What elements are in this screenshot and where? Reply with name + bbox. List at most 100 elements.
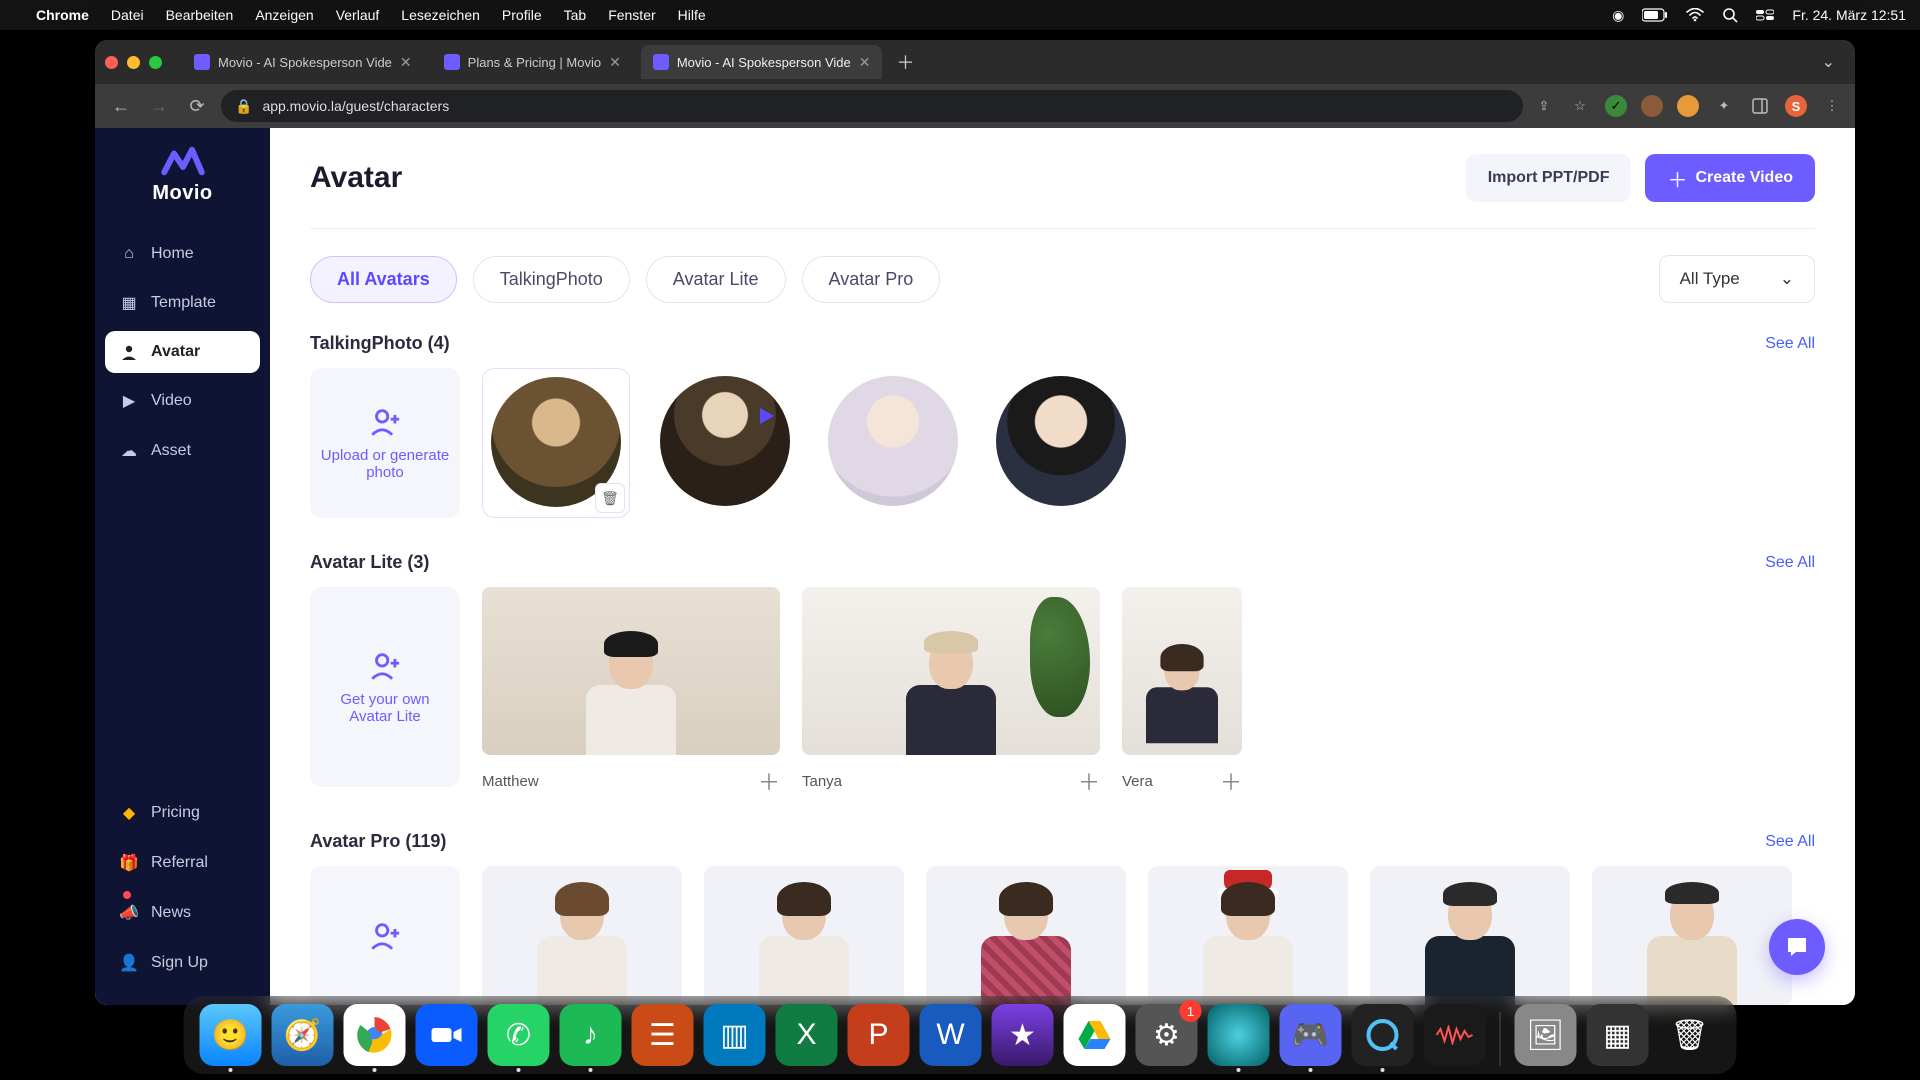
sidebar-item-avatar[interactable]: Avatar <box>105 331 260 373</box>
avatar-pro-card[interactable] <box>1592 866 1792 1005</box>
filter-pill-talkingphoto[interactable]: TalkingPhoto <box>473 256 630 303</box>
sidepanel-icon[interactable] <box>1749 95 1771 117</box>
avatar-lite-card-vera[interactable]: Vera＋ <box>1122 587 1242 797</box>
extension-2-icon[interactable] <box>1641 95 1663 117</box>
dock-discord[interactable]: 🎮 <box>1280 1004 1342 1066</box>
dock-app-generic-1[interactable] <box>1208 1004 1270 1066</box>
share-icon[interactable]: ⇪ <box>1533 95 1555 117</box>
create-video-button[interactable]: ＋Create Video <box>1645 154 1815 202</box>
sidebar-item-pricing[interactable]: ◆ Pricing <box>105 791 260 835</box>
mac-menu-file[interactable]: Datei <box>111 7 144 23</box>
get-avatar-pro-card[interactable] <box>310 866 460 1005</box>
sidebar-item-referral[interactable]: 🎁 Referral <box>105 841 260 885</box>
talkingphoto-item-4[interactable] <box>988 368 1134 518</box>
dock-settings[interactable]: ⚙1 <box>1136 1004 1198 1066</box>
mac-menu-bookmarks[interactable]: Lesezeichen <box>401 7 480 23</box>
window-zoom[interactable] <box>149 56 162 69</box>
screenrec-icon[interactable]: ◉ <box>1612 7 1624 24</box>
sidebar-item-asset[interactable]: ☁ Asset <box>105 429 260 473</box>
see-all-link[interactable]: See All <box>1765 335 1815 353</box>
dock-trello[interactable]: ▥ <box>704 1004 766 1066</box>
dock-excel[interactable]: X <box>776 1004 838 1066</box>
battery-icon[interactable] <box>1642 8 1668 22</box>
browser-tab-1[interactable]: Movio - AI Spokesperson Vide ✕ <box>182 45 424 79</box>
add-button[interactable]: ＋ <box>1078 765 1100 797</box>
avatar-lite-card-tanya[interactable]: Tanya＋ <box>802 587 1100 797</box>
add-button[interactable]: ＋ <box>758 765 780 797</box>
dock-trash[interactable]: 🗑 <box>1659 1004 1721 1066</box>
mac-menu-window[interactable]: Fenster <box>608 7 655 23</box>
window-minimize[interactable] <box>127 56 140 69</box>
filter-pill-all-avatars[interactable]: All Avatars <box>310 256 457 303</box>
dock-drive[interactable] <box>1064 1004 1126 1066</box>
mac-menu-tab[interactable]: Tab <box>564 7 587 23</box>
forward-button[interactable]: → <box>145 96 173 117</box>
dock-todoist[interactable]: ☰ <box>632 1004 694 1066</box>
extension-1-icon[interactable]: ✓ <box>1605 95 1627 117</box>
delete-button[interactable]: 🗑 <box>595 483 625 513</box>
extension-3-icon[interactable] <box>1677 95 1699 117</box>
talkingphoto-item-3[interactable] <box>820 368 966 518</box>
get-avatar-lite-card[interactable]: Get your own Avatar Lite <box>310 587 460 787</box>
profile-avatar[interactable]: S <box>1785 95 1807 117</box>
browser-tab-2[interactable]: Plans & Pricing | Movio ✕ <box>432 45 633 79</box>
upload-photo-card[interactable]: Upload or generate photo <box>310 368 460 518</box>
window-close[interactable] <box>105 56 118 69</box>
back-button[interactable]: ← <box>107 96 135 117</box>
dock-word[interactable]: W <box>920 1004 982 1066</box>
new-tab-button[interactable]: ＋ <box>890 47 920 77</box>
sidebar-item-signup[interactable]: 👤 Sign Up <box>105 941 260 985</box>
intercom-chat-button[interactable] <box>1769 919 1825 975</box>
dock-recent-2[interactable]: ▦ <box>1587 1004 1649 1066</box>
dock-zoom[interactable] <box>416 1004 478 1066</box>
tab-overflow-button[interactable]: ⌄ <box>1812 46 1845 78</box>
dock-quicktime[interactable] <box>1352 1004 1414 1066</box>
import-ppt-button[interactable]: Import PPT/PDF <box>1466 154 1632 202</box>
mac-menu-profile[interactable]: Profile <box>502 7 542 23</box>
sidebar-item-home[interactable]: ⌂ Home <box>105 233 260 275</box>
avatar-pro-card[interactable] <box>704 866 904 1005</box>
dock-audio-app[interactable] <box>1424 1004 1486 1066</box>
bookmark-star-icon[interactable]: ☆ <box>1569 95 1591 117</box>
extensions-menu-icon[interactable]: ✦ <box>1713 95 1735 117</box>
dock-powerpoint[interactable]: P <box>848 1004 910 1066</box>
avatar-lite-card-matthew[interactable]: Matthew＋ <box>482 587 780 797</box>
sidebar-item-template[interactable]: ▦ Template <box>105 281 260 325</box>
mac-clock[interactable]: Fr. 24. März 12:51 <box>1792 7 1906 23</box>
brand[interactable]: Movio <box>105 146 260 205</box>
mac-menu-edit[interactable]: Bearbeiten <box>166 7 234 23</box>
mac-menu-history[interactable]: Verlauf <box>336 7 380 23</box>
tab-close-icon[interactable]: ✕ <box>609 54 621 71</box>
browser-tab-3[interactable]: Movio - AI Spokesperson Vide ✕ <box>641 45 883 79</box>
control-center-icon[interactable] <box>1756 9 1774 21</box>
dock-finder[interactable]: 🙂 <box>200 1004 262 1066</box>
address-bar[interactable]: 🔒 app.movio.la/guest/characters <box>221 90 1523 122</box>
dock-whatsapp[interactable]: ✆ <box>488 1004 550 1066</box>
dock-chrome[interactable] <box>344 1004 406 1066</box>
wifi-icon[interactable] <box>1686 8 1704 22</box>
filter-pill-avatar-lite[interactable]: Avatar Lite <box>646 256 786 303</box>
talkingphoto-item-2[interactable] <box>652 368 798 518</box>
chrome-menu-icon[interactable]: ⋮ <box>1821 95 1843 117</box>
talkingphoto-item-1[interactable]: 🗑 <box>482 368 630 518</box>
avatar-pro-card[interactable] <box>1370 866 1570 1005</box>
mac-app-name[interactable]: Chrome <box>36 7 89 23</box>
see-all-link[interactable]: See All <box>1765 554 1815 572</box>
avatar-pro-card[interactable] <box>482 866 682 1005</box>
mac-menu-help[interactable]: Hilfe <box>678 7 706 23</box>
mac-menu-view[interactable]: Anzeigen <box>255 7 313 23</box>
filter-pill-avatar-pro[interactable]: Avatar Pro <box>802 256 941 303</box>
sidebar-item-video[interactable]: ▶ Video <box>105 379 260 423</box>
see-all-link[interactable]: See All <box>1765 833 1815 851</box>
type-dropdown[interactable]: All Type ⌄ <box>1659 255 1815 303</box>
dock-safari[interactable]: 🧭 <box>272 1004 334 1066</box>
avatar-pro-card[interactable] <box>1148 866 1348 1005</box>
dock-imovie[interactable]: ★ <box>992 1004 1054 1066</box>
add-button[interactable]: ＋ <box>1220 765 1242 797</box>
tab-close-icon[interactable]: ✕ <box>400 54 412 71</box>
avatar-pro-card[interactable] <box>926 866 1126 1005</box>
reload-button[interactable]: ⟳ <box>183 96 211 117</box>
search-icon[interactable] <box>1722 7 1738 23</box>
dock-recent-1[interactable]: 🖼 <box>1515 1004 1577 1066</box>
tab-close-icon[interactable]: ✕ <box>859 54 871 71</box>
